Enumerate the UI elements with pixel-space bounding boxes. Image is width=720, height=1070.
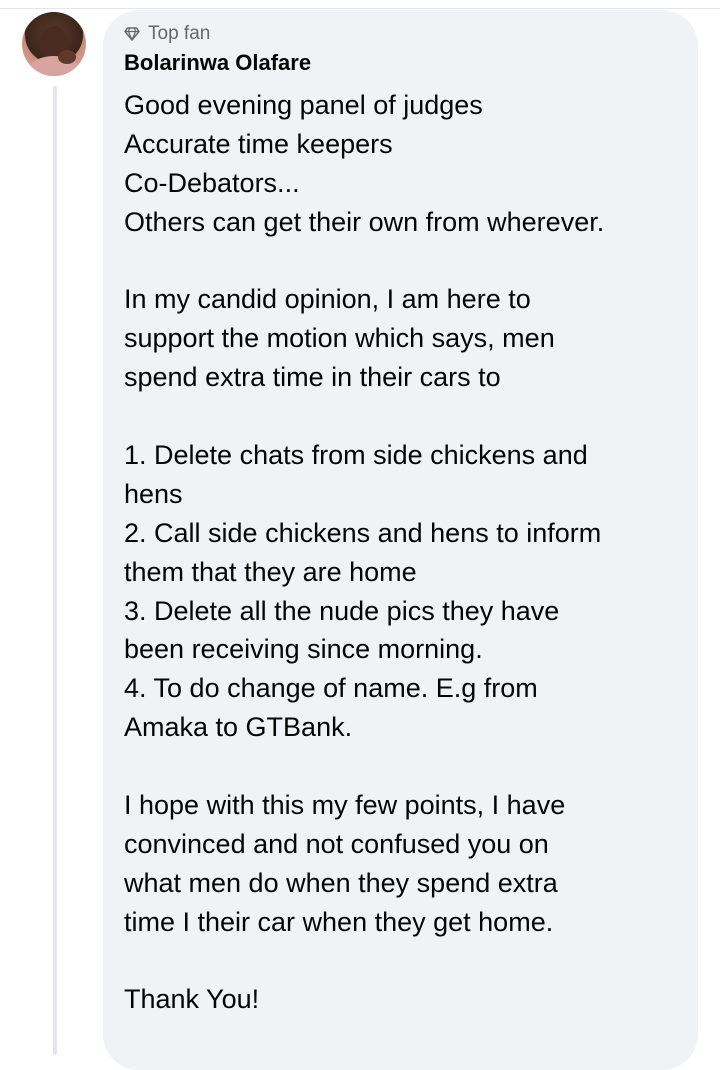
comment-line: 3. Delete all the nude pics they have <box>124 595 560 626</box>
comment-line: Accurate time keepers <box>124 128 393 159</box>
avatar[interactable] <box>22 12 86 76</box>
comment-line: 1. Delete chats from side chickens and <box>124 440 588 471</box>
comment-line: convinced and not confused you on <box>124 828 549 859</box>
comment-line: Good evening panel of judges <box>124 90 483 120</box>
comment-line: been receiving since morning. <box>124 634 483 665</box>
comment-line: hens <box>124 478 183 509</box>
comment-line: I hope with this my few points, I have <box>124 790 566 821</box>
comment-line: 2. Call side chickens and hens to inform <box>124 517 602 548</box>
comment-line: support the motion which says, men <box>124 323 555 354</box>
comment-line: them that they are home <box>124 556 417 587</box>
comment-line: time I their car when they get home. <box>124 906 554 937</box>
reply-thread-line <box>53 86 57 1055</box>
comment-line: Thank You! <box>124 984 260 1015</box>
badge-label: Top fan <box>148 23 211 44</box>
comment-line: In my candid opinion, I am here to <box>124 284 531 315</box>
comment-line: Co-Debators... <box>124 167 300 198</box>
comment-line: what men do when they spend extra <box>124 867 558 898</box>
diamond-icon <box>124 27 140 41</box>
comment-line: Amaka to GTBank. <box>124 712 353 743</box>
comment-line: Others can get their own from wherever. <box>124 206 605 237</box>
avatar-hand <box>58 50 76 64</box>
comment-line: spend extra time in their cars to <box>124 362 501 393</box>
author-name[interactable]: Bolarinwa Olafare <box>124 50 311 76</box>
top-fan-badge: Top fan <box>124 22 210 46</box>
top-divider <box>0 8 720 9</box>
comment-line: 4. To do change of name. E.g from <box>124 673 538 704</box>
comment-text: Good evening panel of judges Accurate tim… <box>124 86 689 1019</box>
